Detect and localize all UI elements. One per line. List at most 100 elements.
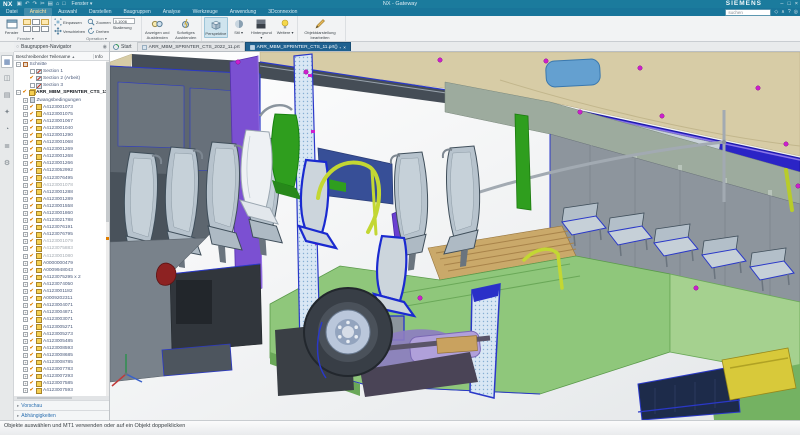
- tree-row[interactable]: +✔A0009202311: [14, 295, 109, 302]
- tree-expander[interactable]: −: [16, 62, 21, 67]
- tree-checkbox[interactable]: ✔: [30, 360, 35, 365]
- tree-checkbox[interactable]: ✔: [30, 183, 35, 188]
- section-abhaengigkeiten[interactable]: ▸Abhängigkeiten: [14, 410, 109, 420]
- tree-expander[interactable]: +: [23, 211, 28, 216]
- part-navigator-icon[interactable]: ▤: [1, 89, 13, 102]
- tree-checkbox[interactable]: ✔: [30, 112, 35, 117]
- tab-restore-icon[interactable]: ▫: [340, 45, 342, 50]
- file-tab-active[interactable]: ARR_MBM_SPRINTER_CTS_11.prt() ▫ ×: [245, 42, 351, 51]
- sofortiges-ausblenden-button[interactable]: Sofortiges Ausblenden: [173, 17, 200, 40]
- tree-row[interactable]: +✔A4123004071: [14, 302, 109, 309]
- tree-row[interactable]: +✔A0009948043: [14, 267, 109, 274]
- tree-row[interactable]: +✔A4123001040: [14, 125, 109, 132]
- window-layout-icon[interactable]: □: [62, 0, 65, 8]
- tree-checkbox[interactable]: ✔: [30, 254, 35, 259]
- tree-expander[interactable]: +: [23, 374, 28, 379]
- tree-expander[interactable]: +: [23, 310, 28, 315]
- tree-checkbox[interactable]: ✔: [30, 289, 35, 294]
- window-menu[interactable]: Fenster ▾: [72, 1, 93, 7]
- tree-expander[interactable]: +: [23, 282, 28, 287]
- tree-checkbox[interactable]: ✔: [30, 76, 35, 81]
- tree-row[interactable]: −✔ARR_MBM_SPRINTER_CTS_11...: [14, 89, 109, 96]
- tree-row[interactable]: +✔A4123005271: [14, 323, 109, 330]
- tree-row[interactable]: +✔A4123004871: [14, 309, 109, 316]
- cut-icon[interactable]: ✂: [40, 0, 45, 8]
- tree-row[interactable]: −Schnitte: [14, 61, 109, 68]
- tree-row[interactable]: +✔A4123001182: [14, 288, 109, 295]
- tree-expander[interactable]: +: [23, 197, 28, 202]
- tree-row[interactable]: +✔A4123001068: [14, 139, 109, 146]
- tree-row[interactable]: +✔A4123052992: [14, 167, 109, 174]
- tree-row[interactable]: +✔A4123001067: [14, 118, 109, 125]
- tree-checkbox[interactable]: ✔: [30, 133, 35, 138]
- tree-row[interactable]: +✔A4123005273: [14, 331, 109, 338]
- tree-row[interactable]: +✔A4123021788: [14, 217, 109, 224]
- copy-icon[interactable]: ▤: [48, 0, 53, 8]
- perspektive-button[interactable]: Perspektive: [204, 17, 228, 38]
- fenster-button[interactable]: Fenster: [2, 17, 21, 36]
- tree-expander[interactable]: +: [23, 381, 28, 386]
- tree-expander[interactable]: +: [23, 275, 28, 280]
- tab-close-icon[interactable]: ×: [343, 45, 346, 50]
- tree-checkbox[interactable]: ✔: [30, 381, 35, 386]
- tree-checkbox[interactable]: ✔: [30, 332, 35, 337]
- tree-expander[interactable]: +: [23, 232, 28, 237]
- navigator-search-icon[interactable]: ○: [16, 44, 19, 50]
- scale-value-input[interactable]: [113, 18, 135, 24]
- tree-expander[interactable]: +: [23, 204, 28, 209]
- tree-checkbox[interactable]: ✔: [30, 296, 35, 301]
- tree-row[interactable]: +✔A4123005485: [14, 338, 109, 345]
- tree-row[interactable]: +✔A0000000479: [14, 260, 109, 267]
- tree-checkbox[interactable]: [30, 83, 35, 88]
- tree-expander[interactable]: +: [23, 133, 28, 138]
- tree-checkbox[interactable]: ✔: [30, 161, 35, 166]
- tree-hscrollbar[interactable]: [14, 396, 109, 400]
- tree-expander[interactable]: +: [23, 289, 28, 294]
- tree-expander[interactable]: +: [23, 112, 28, 117]
- tree-expander[interactable]: +: [23, 119, 28, 124]
- tree-checkbox[interactable]: ✔: [30, 388, 35, 393]
- tree-expander[interactable]: +: [23, 339, 28, 344]
- tree-checkbox[interactable]: ✔: [30, 197, 35, 202]
- tree-expander[interactable]: +: [23, 246, 28, 251]
- tree-checkbox[interactable]: ✔: [30, 353, 35, 358]
- reuse-library-icon[interactable]: ✦: [1, 106, 13, 119]
- tree-row[interactable]: +✔A4123007593: [14, 387, 109, 394]
- tree-checkbox[interactable]: ✔: [30, 204, 35, 209]
- tree-checkbox[interactable]: ✔: [30, 239, 35, 244]
- tree-checkbox[interactable]: ✔: [30, 339, 35, 344]
- tree-expander[interactable]: +: [23, 367, 28, 372]
- tree-expander[interactable]: +: [23, 254, 28, 259]
- roles-icon[interactable]: ⚙: [1, 157, 13, 170]
- tree-row[interactable]: +✔A4123003071: [14, 316, 109, 323]
- tree-checkbox[interactable]: ✔: [30, 225, 35, 230]
- paste-icon[interactable]: ⌂: [56, 0, 59, 8]
- tree-row[interactable]: Section 1: [14, 68, 109, 75]
- stil-button[interactable]: Stil ▾: [230, 17, 248, 36]
- window-layout-toggles[interactable]: [23, 17, 49, 32]
- tree-row[interactable]: +✔A4123001075: [14, 111, 109, 118]
- tree-checkbox[interactable]: ✔: [30, 275, 35, 280]
- ribbon-tab-anwendung[interactable]: Anwendung: [224, 8, 262, 16]
- tree-row[interactable]: Section 3: [14, 82, 109, 89]
- tree-expander[interactable]: +: [23, 346, 28, 351]
- tree-expander[interactable]: +: [23, 190, 28, 195]
- tree-scrollbar[interactable]: [106, 61, 109, 396]
- tree-row[interactable]: +✔A4123001073: [14, 104, 109, 111]
- tree-expander[interactable]: +: [23, 176, 28, 181]
- tree-row[interactable]: +✔A4123008685: [14, 352, 109, 359]
- tree-row[interactable]: +✔A4123001079: [14, 238, 109, 245]
- ribbon-tab-3dconnexion[interactable]: 3Dconnexion: [262, 8, 303, 16]
- tree-expander[interactable]: +: [23, 147, 28, 152]
- tree-checkbox[interactable]: [30, 69, 35, 74]
- tree-expander[interactable]: +: [23, 261, 28, 266]
- tree-expander[interactable]: +: [23, 303, 28, 308]
- ribbon-tab-baugruppen[interactable]: Baugruppen: [118, 8, 157, 16]
- hintergrund-button[interactable]: Hintergrund ▾: [250, 17, 274, 40]
- tree-row[interactable]: +✔A4123074050: [14, 281, 109, 288]
- maximize-button[interactable]: □: [787, 0, 790, 8]
- tree-row[interactable]: +✔A4123001289: [14, 196, 109, 203]
- zoomen-button[interactable]: Zoomen: [87, 18, 111, 26]
- tree-expander[interactable]: +: [23, 168, 28, 173]
- tree-row[interactable]: +✔A4123075883: [14, 245, 109, 252]
